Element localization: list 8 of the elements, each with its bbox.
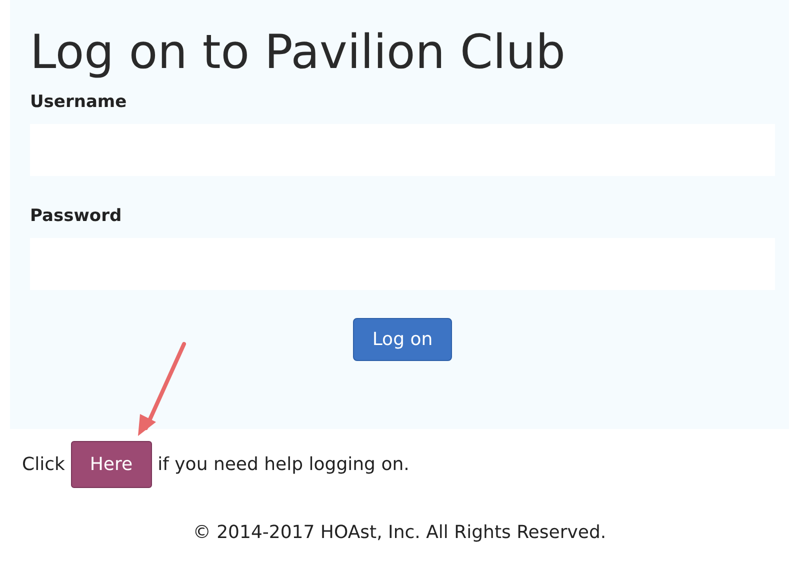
here-button[interactable]: Here [70, 441, 152, 488]
field-label: Password [30, 206, 123, 226]
help-text: Click [22, 454, 65, 475]
copyright-text: © 2014-2017 HOAst, Inc. All Rights Reserved. [192, 522, 606, 543]
field-label: Username [30, 92, 128, 112]
help-text: if you need help logging on. [158, 454, 410, 475]
log-on-button[interactable]: Log on [353, 318, 452, 361]
page-title: Log on to Pavilion Club [30, 24, 566, 82]
